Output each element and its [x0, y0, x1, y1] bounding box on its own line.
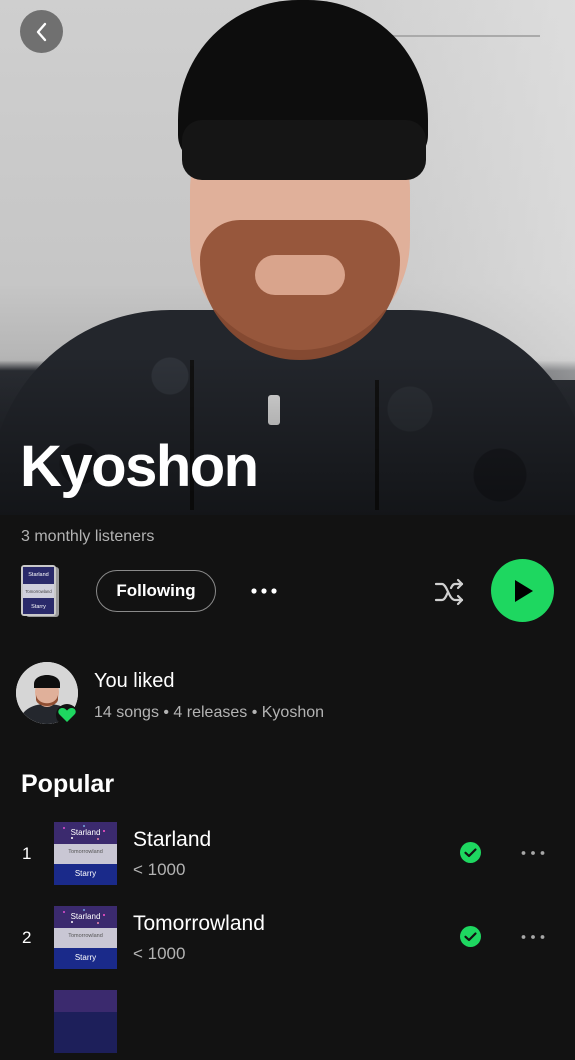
track-row[interactable]: 1 Starland Tomorrowland Starry Starland …: [0, 822, 575, 892]
release-cover-thumbnail[interactable]: Starland Tomorrowland Starry: [20, 564, 60, 618]
mouth: [255, 255, 345, 295]
artist-more-button[interactable]: [246, 578, 282, 604]
track-row[interactable]: 2 Starland Tomorrowland Starry Tomorrowl…: [0, 906, 575, 976]
track-plays: < 1000: [133, 860, 186, 879]
track-cover: [54, 990, 117, 1053]
cover-label-top: Starland: [71, 828, 101, 837]
back-button[interactable]: [20, 10, 63, 53]
popular-heading: Popular: [21, 770, 115, 798]
heart-icon: [56, 704, 78, 726]
beanie-rim: [182, 120, 426, 180]
liked-songs-row[interactable]: You liked 14 songs • 4 releases • Kyosho…: [16, 662, 556, 730]
cover-label-bottom: Starry: [31, 604, 46, 610]
chevron-left-icon: [36, 22, 46, 41]
shuffle-button[interactable]: [432, 575, 468, 609]
cover-label-bottom: Starry: [75, 869, 96, 878]
cover-label-top: Starland: [71, 912, 101, 921]
play-icon: [514, 579, 533, 602]
check-circle-icon: [460, 926, 481, 947]
artist-name: Kyoshon: [20, 434, 259, 499]
cover-label-mid: Tomorrowland: [68, 933, 103, 939]
more-horizontal-icon: [251, 588, 277, 594]
play-button[interactable]: [491, 559, 554, 622]
track-cover: Starland Tomorrowland Starry: [54, 822, 117, 885]
door-frame: [390, 35, 540, 37]
more-horizontal-icon: [521, 851, 545, 855]
cover-label-mid: Tomorrowland: [25, 589, 52, 594]
cover-label-top: Starland: [28, 572, 49, 578]
track-number: 2: [22, 928, 32, 947]
liked-title: You liked: [94, 670, 175, 692]
monthly-listeners: 3 monthly listeners: [21, 528, 155, 545]
more-horizontal-icon: [521, 935, 545, 939]
cover-label-bottom: Starry: [75, 953, 96, 962]
track-title: Tomorrowland: [133, 912, 265, 935]
track-row-partial[interactable]: [0, 990, 575, 1060]
track-title: Starland: [133, 828, 212, 851]
track-plays: < 1000: [133, 944, 186, 963]
track-number: 1: [22, 844, 32, 863]
shuffle-icon: [434, 578, 464, 606]
liked-subtitle: 14 songs • 4 releases • Kyoshon: [94, 704, 325, 721]
track-cover: Starland Tomorrowland Starry: [54, 906, 117, 969]
following-button[interactable]: Following: [96, 570, 216, 612]
check-circle-icon: [460, 842, 481, 863]
cover-label-mid: Tomorrowland: [68, 849, 103, 855]
track-more-button[interactable]: [517, 840, 549, 866]
track-more-button[interactable]: [517, 924, 549, 950]
